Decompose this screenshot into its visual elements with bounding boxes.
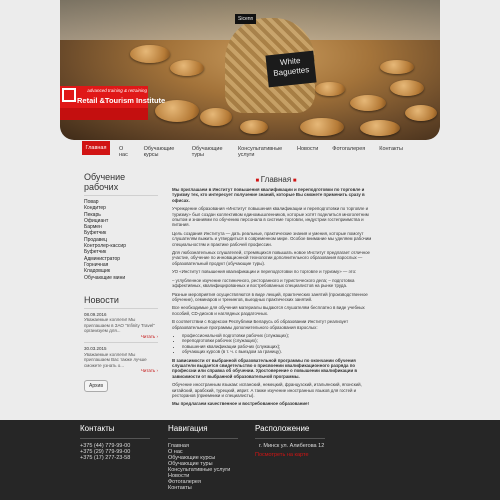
logo-mark-icon xyxy=(62,88,76,102)
intro-text: Мы приглашаем в Институт повышения квали… xyxy=(172,187,365,203)
bread-image xyxy=(360,120,400,136)
nav-item-gallery[interactable]: Фотогалерея xyxy=(325,143,372,155)
logo-stripe xyxy=(60,108,148,120)
main-content: ■ Главная ■ Мы приглашаем в Институт пов… xyxy=(172,175,380,410)
site-logo[interactable]: advanced training & retraining Retail &T… xyxy=(60,86,165,122)
page-title: ■ Главная ■ xyxy=(172,175,380,184)
footer-heading: Контакты xyxy=(80,424,115,433)
divider xyxy=(84,342,158,344)
logo-tagline: advanced training & retraining xyxy=(87,88,147,93)
nav-item-contacts[interactable]: Контакты xyxy=(372,143,410,155)
news-text[interactable]: Уважаемые коллеги! Мы приглашаем Вас так… xyxy=(84,352,158,369)
divider xyxy=(84,307,158,309)
sidebar: Обучение рабочих Повар Кондитер Пекарь О… xyxy=(84,172,158,392)
divider xyxy=(168,438,238,439)
archive-button[interactable]: Архив xyxy=(84,379,108,392)
nav-item-home[interactable]: Главная xyxy=(82,141,110,155)
news-title: Новости xyxy=(84,294,119,305)
footer-navigation: Навигация Главная О нас Обучающие курсы … xyxy=(168,424,238,491)
bread-image xyxy=(405,105,437,121)
bread-image xyxy=(130,45,170,63)
paragraph: В соответствии с Кодексом Республики Бел… xyxy=(172,319,349,330)
page-title-text: Главная xyxy=(260,175,292,184)
main-nav: О нас Обучающие курсы Обучающие туры Кон… xyxy=(112,143,410,158)
sidebar-item[interactable]: Обучающие мини xyxy=(84,275,158,281)
read-more-link[interactable]: Читать › xyxy=(84,334,158,340)
news-text[interactable]: Уважаемые коллеги! Мы приглашаем в ЗАО "… xyxy=(84,317,158,334)
news-item: 30.03.2015 Уважаемые коллеги! Мы приглаш… xyxy=(84,346,158,374)
nav-item-consulting[interactable]: Консультативные услуги xyxy=(231,143,290,158)
program-list: профессиональной подготовки рабочих (слу… xyxy=(182,333,380,355)
list-item: обучающих курсов (в т. ч. с выездом за г… xyxy=(182,349,380,354)
paragraph: Учреждение образования «Институт повышен… xyxy=(172,206,369,228)
footer-link[interactable]: Контакты xyxy=(168,485,238,491)
footer-heading: Расположение xyxy=(255,424,310,433)
paragraph: Для любознательных слушателей, стремящих… xyxy=(172,250,370,266)
paragraph: Разные мероприятия осуществляются в виде… xyxy=(172,291,368,302)
nav-item-courses[interactable]: Обучающие курсы xyxy=(137,143,185,158)
bread-image xyxy=(200,108,232,126)
sidebar-title: Обучение рабочих xyxy=(84,172,126,192)
divider xyxy=(255,438,325,439)
sidebar-list: Повар Кондитер Пекарь Официант Бармен Бу… xyxy=(84,199,158,281)
paragraph: Цель создания Института — дать реальные,… xyxy=(172,230,372,247)
nav-item-tours[interactable]: Обучающие туры xyxy=(185,143,231,158)
address: г. Минск ул. Алибегова 12 xyxy=(259,443,325,449)
bread-image xyxy=(240,120,268,134)
hero-banner: White Baguettes Sicenn advanced training… xyxy=(60,0,440,140)
phone-number[interactable]: +375 (17) 277-23-58 xyxy=(80,455,150,461)
paragraph: Обучение иностранным языкам: испанский, … xyxy=(172,382,362,398)
paragraph: Все необходимые для обучения материалы в… xyxy=(172,305,365,316)
bread-image xyxy=(350,95,386,111)
footer-contacts: Контакты +375 (44) 779-99-00 +375 (29) 7… xyxy=(80,424,150,461)
closing-text: Мы предлагаем качественное и востребован… xyxy=(172,401,309,407)
paragraph: УО «Институт повышения квалификации и пе… xyxy=(172,269,357,275)
bread-image xyxy=(300,118,344,136)
read-more-link[interactable]: Читать › xyxy=(84,368,158,374)
news-item: 08.09.2016 Уважаемые коллеги! Мы приглаш… xyxy=(84,312,158,340)
logo-name: Retail &Tourism Institute xyxy=(77,96,166,105)
footer: Контакты +375 (44) 779-99-00 +375 (29) 7… xyxy=(0,420,500,500)
bread-image xyxy=(380,60,414,74)
paragraph: В зависимости от выбранной образовательн… xyxy=(172,357,358,379)
divider xyxy=(80,438,150,439)
price-tag: White Baguettes xyxy=(265,50,317,88)
bread-image xyxy=(170,60,204,76)
paragraph: – углубленное изучение гостиничного, рес… xyxy=(172,277,355,289)
bread-image xyxy=(315,82,345,96)
bullet-icon: ■ xyxy=(291,178,297,184)
bread-image xyxy=(390,80,424,96)
footer-heading: Навигация xyxy=(168,424,208,433)
price-tag: Sicenn xyxy=(235,14,257,24)
nav-item-about[interactable]: О нас xyxy=(112,143,137,158)
map-link[interactable]: Посмотреть на карте xyxy=(255,452,325,458)
footer-location: Расположение г. Минск ул. Алибегова 12 П… xyxy=(255,424,325,458)
divider xyxy=(84,195,158,196)
nav-item-news[interactable]: Новости xyxy=(290,143,325,155)
